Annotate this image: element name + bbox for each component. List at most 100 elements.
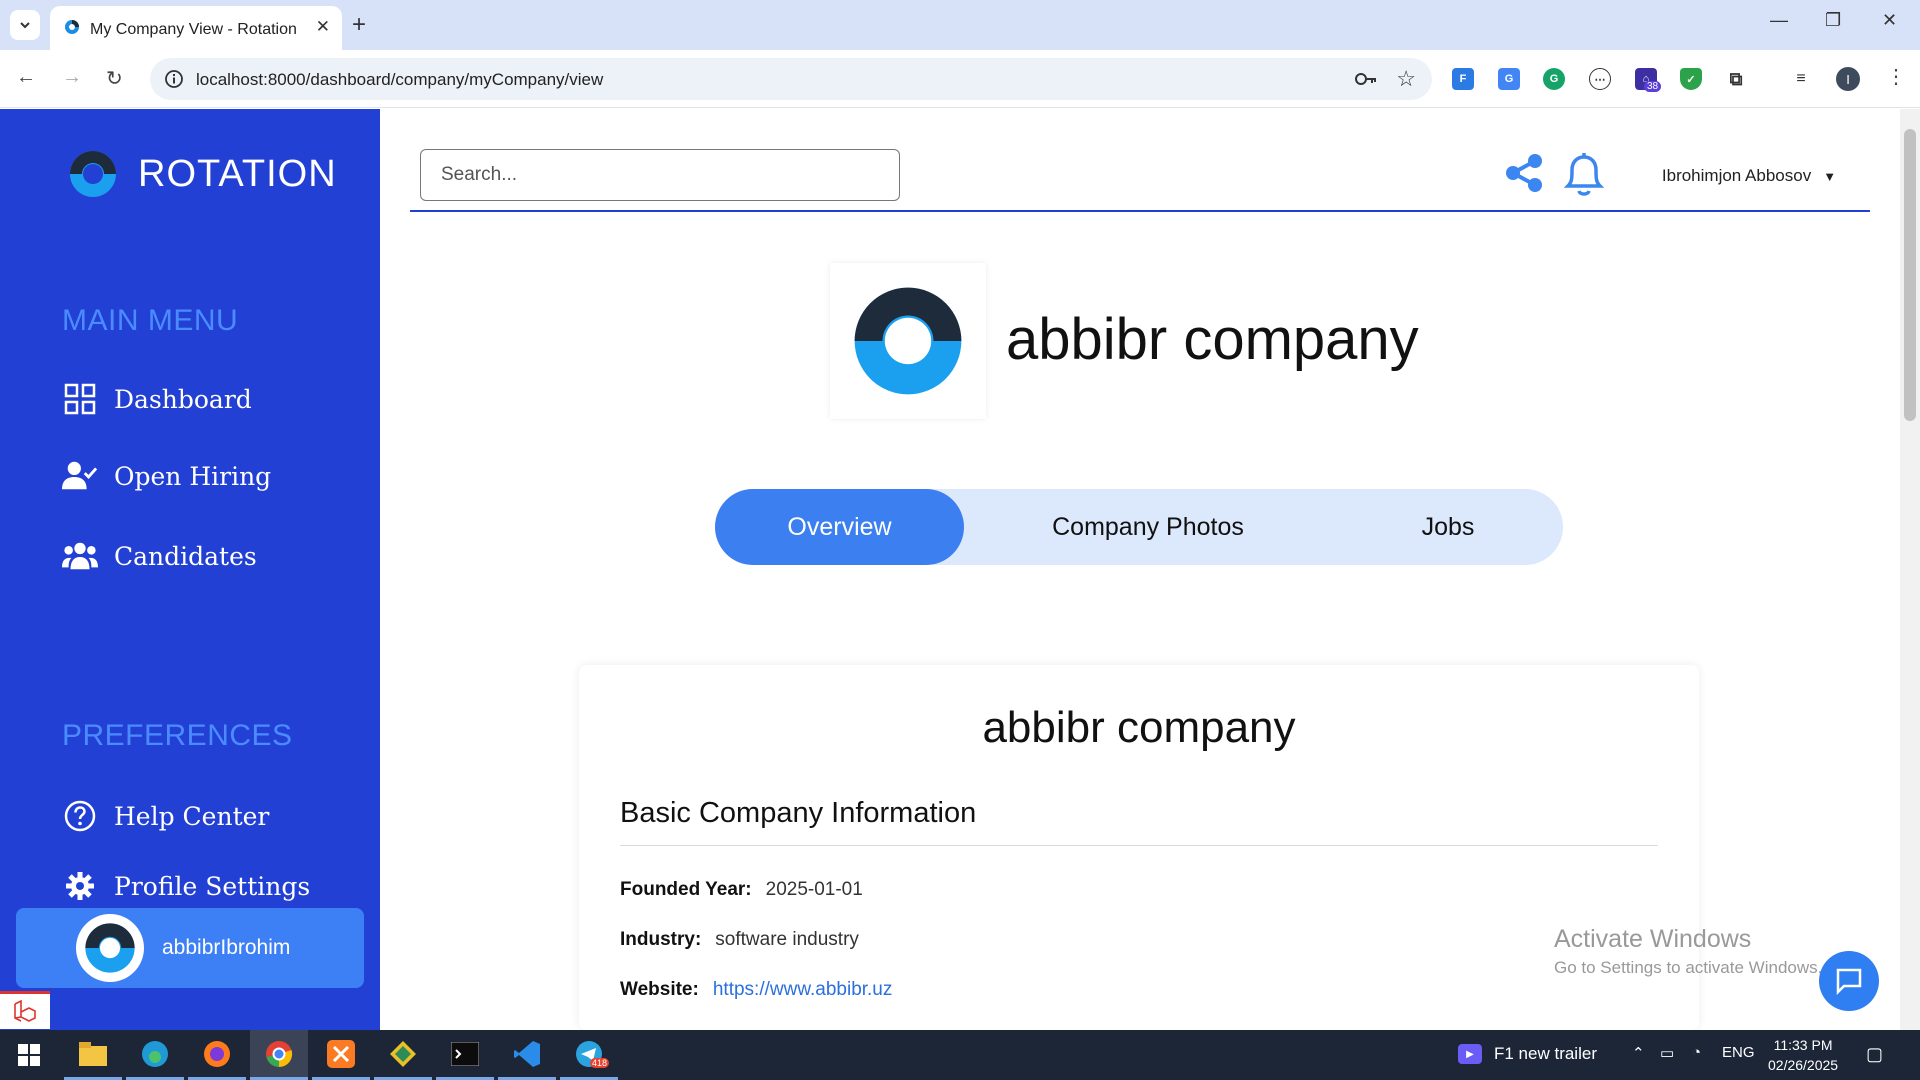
reload-icon[interactable]: ↻ <box>106 66 123 91</box>
minimize-icon[interactable]: — <box>1770 10 1788 31</box>
sidebar-item-label: Open Hiring <box>114 461 272 491</box>
restore-icon[interactable]: ❐ <box>1825 10 1841 31</box>
git-app-icon[interactable] <box>374 1030 432 1080</box>
play-icon: ▶ <box>1458 1044 1482 1064</box>
company-name-heading: abbibr company <box>1006 307 1419 372</box>
back-arrow-icon[interactable]: ← <box>16 66 36 89</box>
company-logo <box>830 263 986 419</box>
extension-dots-icon[interactable]: ⋯ <box>1589 68 1611 90</box>
sidebar-item-open-hiring[interactable]: Open Hiring <box>62 456 271 496</box>
media-control-icon[interactable]: ≡ <box>1790 68 1812 90</box>
rotation-logo-icon <box>85 923 135 973</box>
terminal-icon[interactable] <box>436 1030 494 1080</box>
gear-icon <box>62 868 98 904</box>
scrollbar-thumb[interactable] <box>1904 129 1916 421</box>
tab-search-button[interactable] <box>10 10 40 40</box>
user-check-icon <box>62 458 98 494</box>
browser-tab-active[interactable]: My Company View - Rotation ✕ <box>50 6 342 50</box>
browser-tab-bar: My Company View - Rotation ✕ + — ❐ ✕ <box>0 0 1920 50</box>
show-hidden-icons-icon[interactable]: ⌃ <box>1632 1044 1645 1062</box>
sidebar-item-label: Candidates <box>114 541 257 571</box>
search-input[interactable] <box>420 149 900 201</box>
chevron-down-icon: ▼ <box>1823 168 1837 184</box>
company-info-card: abbibr company Basic Company Information… <box>579 665 1699 1030</box>
chat-button[interactable] <box>1819 951 1879 1011</box>
google-translate-icon[interactable]: G <box>1498 68 1520 90</box>
tab-company-photos[interactable]: Company Photos <box>1015 489 1281 565</box>
profile-avatar[interactable]: I <box>1836 67 1860 91</box>
new-tab-button[interactable]: + <box>352 10 366 40</box>
telegram-icon[interactable]: 418 <box>560 1030 618 1080</box>
password-key-icon[interactable] <box>1354 69 1378 94</box>
preferences-heading: PREFERENCES <box>62 719 293 752</box>
bookmark-star-icon[interactable]: ☆ <box>1396 66 1416 92</box>
website-link[interactable]: https://www.abbibr.uz <box>713 979 893 1001</box>
tab-jobs[interactable]: Jobs <box>1355 489 1541 565</box>
field-label: Industry: <box>620 929 702 950</box>
laravel-debugbar-icon[interactable] <box>0 991 50 1029</box>
chat-bubble-icon <box>1836 968 1862 996</box>
sidebar-item-candidates[interactable]: Candidates <box>62 536 257 576</box>
watermark-subtitle: Go to Settings to activate Windows. <box>1554 958 1823 977</box>
field-label: Founded Year: <box>620 879 752 900</box>
user-dropdown[interactable]: Ibrohimjon Abbosov ▼ <box>1641 155 1857 197</box>
url-text[interactable]: localhost:8000/dashboard/company/myCompa… <box>196 70 603 90</box>
battery-icon[interactable]: ▭ <box>1660 1044 1674 1062</box>
extensions-puzzle-icon[interactable]: ⧉ <box>1725 68 1747 90</box>
rotation-favicon-icon <box>64 19 80 40</box>
forward-arrow-icon[interactable]: → <box>62 66 82 89</box>
shield-icon[interactable]: ✓ <box>1680 68 1702 90</box>
user-profile-card[interactable]: abbibrIbrohim <box>16 908 364 988</box>
close-window-icon[interactable]: ✕ <box>1882 10 1897 31</box>
sidebar-item-help-center[interactable]: Help Center <box>62 796 269 836</box>
sidebar: ROTATION MAIN MENU Dashboard Open Hiring… <box>0 109 380 1030</box>
grid-icon <box>62 381 98 417</box>
address-bar[interactable]: localhost:8000/dashboard/company/myCompa… <box>150 58 1432 100</box>
users-icon <box>62 538 98 574</box>
section-divider <box>620 845 1658 846</box>
field-value: 2025-01-01 <box>765 879 863 900</box>
telegram-unread-badge: 418 <box>590 1058 610 1068</box>
brand-logo[interactable]: ROTATION <box>68 149 337 199</box>
browser-menu-icon[interactable]: ⋮ <box>1886 64 1906 89</box>
watermark-title: Activate Windows <box>1554 925 1752 953</box>
edge-browser-icon[interactable] <box>126 1030 184 1080</box>
section-title: Basic Company Information <box>620 797 977 829</box>
card-title: abbibr company <box>982 703 1296 752</box>
file-explorer-icon[interactable] <box>64 1030 122 1080</box>
news-widget[interactable]: ▶ F1 new trailer <box>1458 1044 1597 1064</box>
close-tab-icon[interactable]: ✕ <box>316 17 330 37</box>
sidebar-item-label: Help Center <box>114 801 270 831</box>
site-info-icon[interactable] <box>164 69 184 94</box>
notification-bell-icon[interactable] <box>1562 150 1606 203</box>
user-name: Ibrohimjon Abbosov <box>1661 166 1812 185</box>
windows-start-icon[interactable] <box>0 1030 58 1080</box>
browser-toolbar: ← → ↻ localhost:8000/dashboard/company/m… <box>0 50 1920 108</box>
activate-windows-watermark: Activate Windows Go to Settings to activ… <box>1554 925 1822 978</box>
clock-date: 02/26/2025 <box>1768 1057 1839 1073</box>
field-value: software industry <box>715 929 859 950</box>
share-icon[interactable] <box>1504 152 1546 199</box>
info-row-founded: Founded Year: 2025-01-01 <box>620 879 863 901</box>
vscode-icon[interactable] <box>498 1030 556 1080</box>
sidebar-item-profile-settings[interactable]: Profile Settings <box>62 866 310 906</box>
chrome-icon[interactable] <box>250 1030 308 1080</box>
news-text: F1 new trailer <box>1494 1044 1597 1063</box>
tab-overview[interactable]: Overview <box>715 489 964 565</box>
user-card-name: abbibrIbrohim <box>162 936 291 959</box>
chevron-down-icon <box>20 22 30 29</box>
language-indicator[interactable]: ENG <box>1722 1044 1755 1061</box>
system-clock[interactable]: 11:33 PM 02/26/2025 <box>1768 1035 1838 1075</box>
page-scrollbar[interactable] <box>1900 109 1920 1030</box>
extension-f-icon[interactable]: F <box>1452 68 1474 90</box>
clock-time: 11:33 PM <box>1773 1037 1833 1053</box>
info-row-website: Website: https://www.abbibr.uz <box>620 979 892 1001</box>
avatar <box>76 914 144 982</box>
grammarly-icon[interactable]: G <box>1543 68 1565 90</box>
xampp-icon[interactable] <box>312 1030 370 1080</box>
notification-center-icon[interactable]: ▢ <box>1866 1044 1883 1065</box>
sidebar-item-dashboard[interactable]: Dashboard <box>62 379 252 419</box>
wifi-icon[interactable]: ◔ <box>1692 1044 1701 1061</box>
brand-name: ROTATION <box>138 152 337 195</box>
firefox-icon[interactable] <box>188 1030 246 1080</box>
